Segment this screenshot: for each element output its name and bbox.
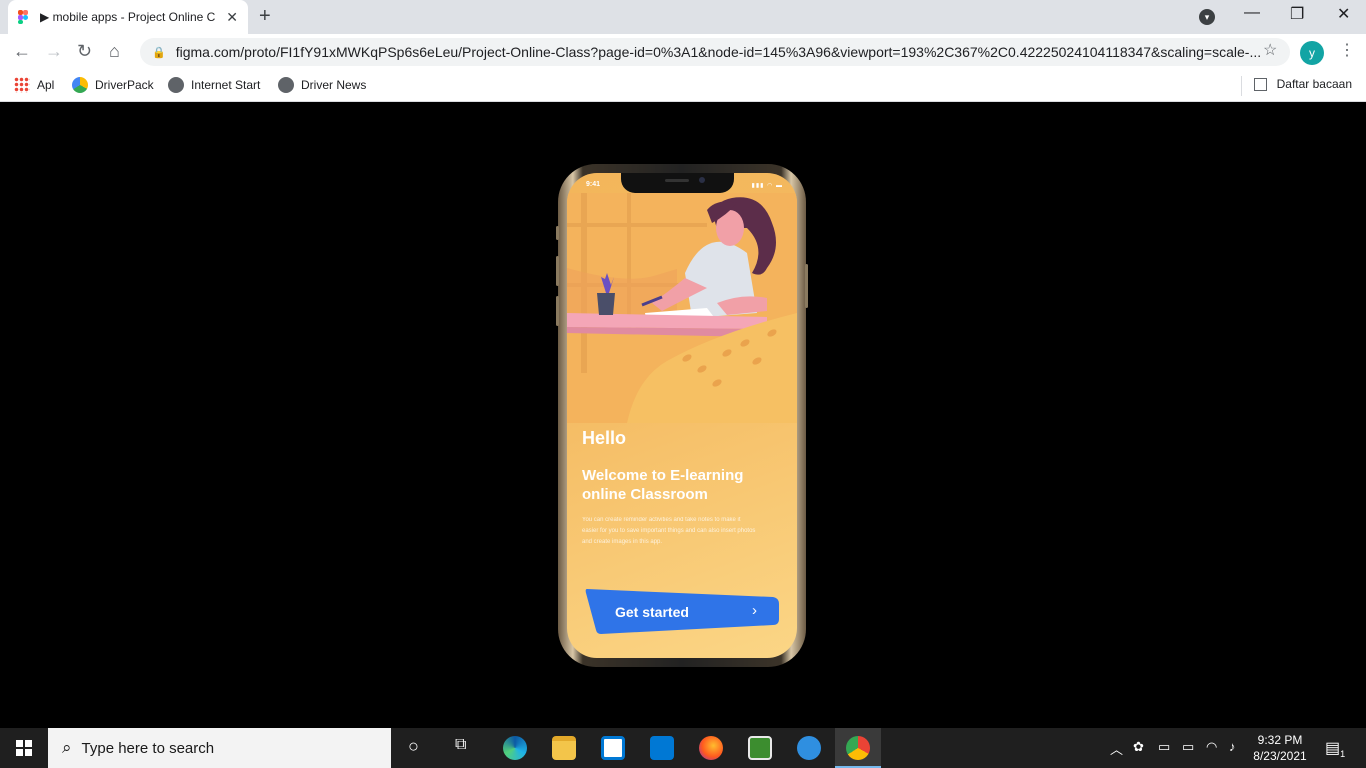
menu-kebab-icon[interactable]: ⋮: [1339, 40, 1355, 60]
tab-search-icon[interactable]: ▾: [1199, 9, 1215, 25]
bookmarks-bar: Apl DriverPack Internet Start Driver New…: [0, 70, 1366, 102]
taskbar-search-box[interactable]: ⌕ Type here to search: [48, 728, 391, 768]
reload-icon[interactable]: ↻: [77, 41, 92, 62]
phone-notch: [621, 173, 734, 193]
forward-arrow-icon[interactable]: →: [45, 41, 63, 62]
tab-strip: ▶ mobile apps - Project Online C ✕ + ▾ —…: [0, 0, 1366, 34]
chrome-icon[interactable]: [846, 736, 870, 760]
clock-time: 9:32 PM: [1257, 733, 1303, 747]
task-view-icon[interactable]: ⧉: [455, 736, 466, 754]
tray-chevron-up-icon[interactable]: ︿: [1110, 739, 1123, 758]
hello-heading: Hello: [582, 428, 627, 448]
notification-icon[interactable]: ▤1: [1325, 738, 1345, 759]
bookmark-star-icon[interactable]: ☆: [1263, 40, 1277, 60]
figma-icon: [18, 10, 32, 24]
prototype-viewport: 9:41 ▮▮▮ ◠ ▬ Hello Welcome to E-learning…: [0, 102, 1366, 728]
phone-app-icon[interactable]: [797, 736, 821, 760]
file-explorer-icon[interactable]: [552, 736, 576, 760]
store-icon[interactable]: [601, 736, 625, 760]
home-icon[interactable]: ⌂: [109, 41, 120, 62]
windows-taskbar: ⌕ Type here to search ○ ⧉ ︿ ✿ ▭ ▭ ◠ ♪ 9:…: [0, 728, 1366, 768]
back-arrow-icon[interactable]: ←: [13, 41, 31, 62]
mail-icon[interactable]: [650, 736, 674, 760]
firefox-icon[interactable]: [699, 736, 723, 760]
status-icons: ▮▮▮ ◠ ▬: [751, 183, 783, 189]
bookmark-label: DriverPack: [95, 78, 154, 92]
taskbar-clock[interactable]: 9:32 PM 8/23/2021: [1250, 732, 1310, 764]
battery-icon[interactable]: ▭: [1182, 739, 1194, 755]
browser-toolbar: ← → ↻ ⌂ 🔒 figma.com/proto/FI1fY91xMWKqPS…: [0, 34, 1366, 70]
bookmark-label: Apl: [37, 78, 55, 92]
driverpack-icon: [72, 77, 88, 93]
lock-icon[interactable]: 🔒: [152, 46, 166, 59]
reading-list-icon: [1253, 77, 1267, 91]
new-tab-button[interactable]: +: [259, 5, 271, 28]
status-time: 9:41: [586, 181, 601, 188]
browser-tab[interactable]: ▶ mobile apps - Project Online C ✕: [8, 0, 248, 34]
reading-list-button[interactable]: Daftar bacaan: [1253, 77, 1352, 91]
meet-now-icon[interactable]: ▭: [1158, 739, 1170, 755]
get-started-button[interactable]: Get started ›: [585, 587, 780, 635]
tray-app-icon[interactable]: ✿: [1133, 739, 1144, 755]
tab-close-icon[interactable]: ✕: [226, 9, 238, 26]
bookmark-apps[interactable]: Apl: [14, 77, 54, 93]
bookmark-driverpack[interactable]: DriverPack: [72, 77, 154, 93]
clock-date: 8/23/2021: [1253, 749, 1307, 763]
reading-list-label: Daftar bacaan: [1276, 77, 1352, 91]
phone-side-button: [556, 256, 559, 286]
profile-avatar[interactable]: y: [1300, 41, 1324, 65]
taskbar-search-placeholder: Type here to search: [81, 739, 215, 757]
wifi-icon[interactable]: ◠: [1206, 739, 1217, 755]
study-illustration: [567, 193, 797, 423]
cortana-icon[interactable]: ○: [408, 736, 419, 757]
search-icon: ⌕: [62, 738, 72, 757]
notification-count: 1: [1340, 749, 1346, 760]
phone-side-button: [556, 296, 559, 326]
edge-icon[interactable]: [503, 736, 527, 760]
bookmark-internet-start[interactable]: Internet Start: [168, 77, 260, 93]
bookmarks-divider: [1241, 76, 1242, 96]
speaker-grille: [665, 179, 689, 182]
bookmark-label: Internet Start: [191, 78, 261, 92]
address-bar[interactable]: 🔒 figma.com/proto/FI1fY91xMWKqPSp6s6eLeu…: [140, 38, 1290, 66]
get-started-label: Get started: [615, 604, 689, 620]
bookmark-label: Driver News: [301, 78, 367, 92]
phone-side-button: [556, 226, 559, 240]
maximize-button[interactable]: ❐: [1290, 4, 1304, 24]
phone-side-button: [805, 264, 808, 308]
bookmark-driver-news[interactable]: Driver News: [278, 77, 366, 93]
address-text: figma.com/proto/FI1fY91xMWKqPSp6s6eLeu/P…: [175, 44, 1262, 60]
chevron-right-icon: ›: [752, 602, 757, 619]
apps-grid-icon: [14, 77, 30, 93]
welcome-heading: Welcome to E-learning online Classroom: [582, 467, 744, 503]
notepad-app-icon[interactable]: [748, 736, 772, 760]
globe-icon: [278, 77, 294, 93]
minimize-button[interactable]: —: [1244, 4, 1260, 22]
description-text: You can create reminder activities and t…: [582, 517, 756, 545]
close-window-button[interactable]: ✕: [1337, 4, 1350, 24]
front-camera: [699, 177, 705, 183]
volume-icon[interactable]: ♪: [1229, 739, 1236, 754]
tab-title: ▶ mobile apps - Project Online C: [40, 10, 216, 24]
windows-start-icon[interactable]: [16, 740, 32, 756]
app-screen: 9:41 ▮▮▮ ◠ ▬ Hello Welcome to E-learning…: [567, 173, 797, 658]
phone-frame: 9:41 ▮▮▮ ◠ ▬ Hello Welcome to E-learning…: [556, 164, 808, 667]
globe-icon: [168, 77, 184, 93]
